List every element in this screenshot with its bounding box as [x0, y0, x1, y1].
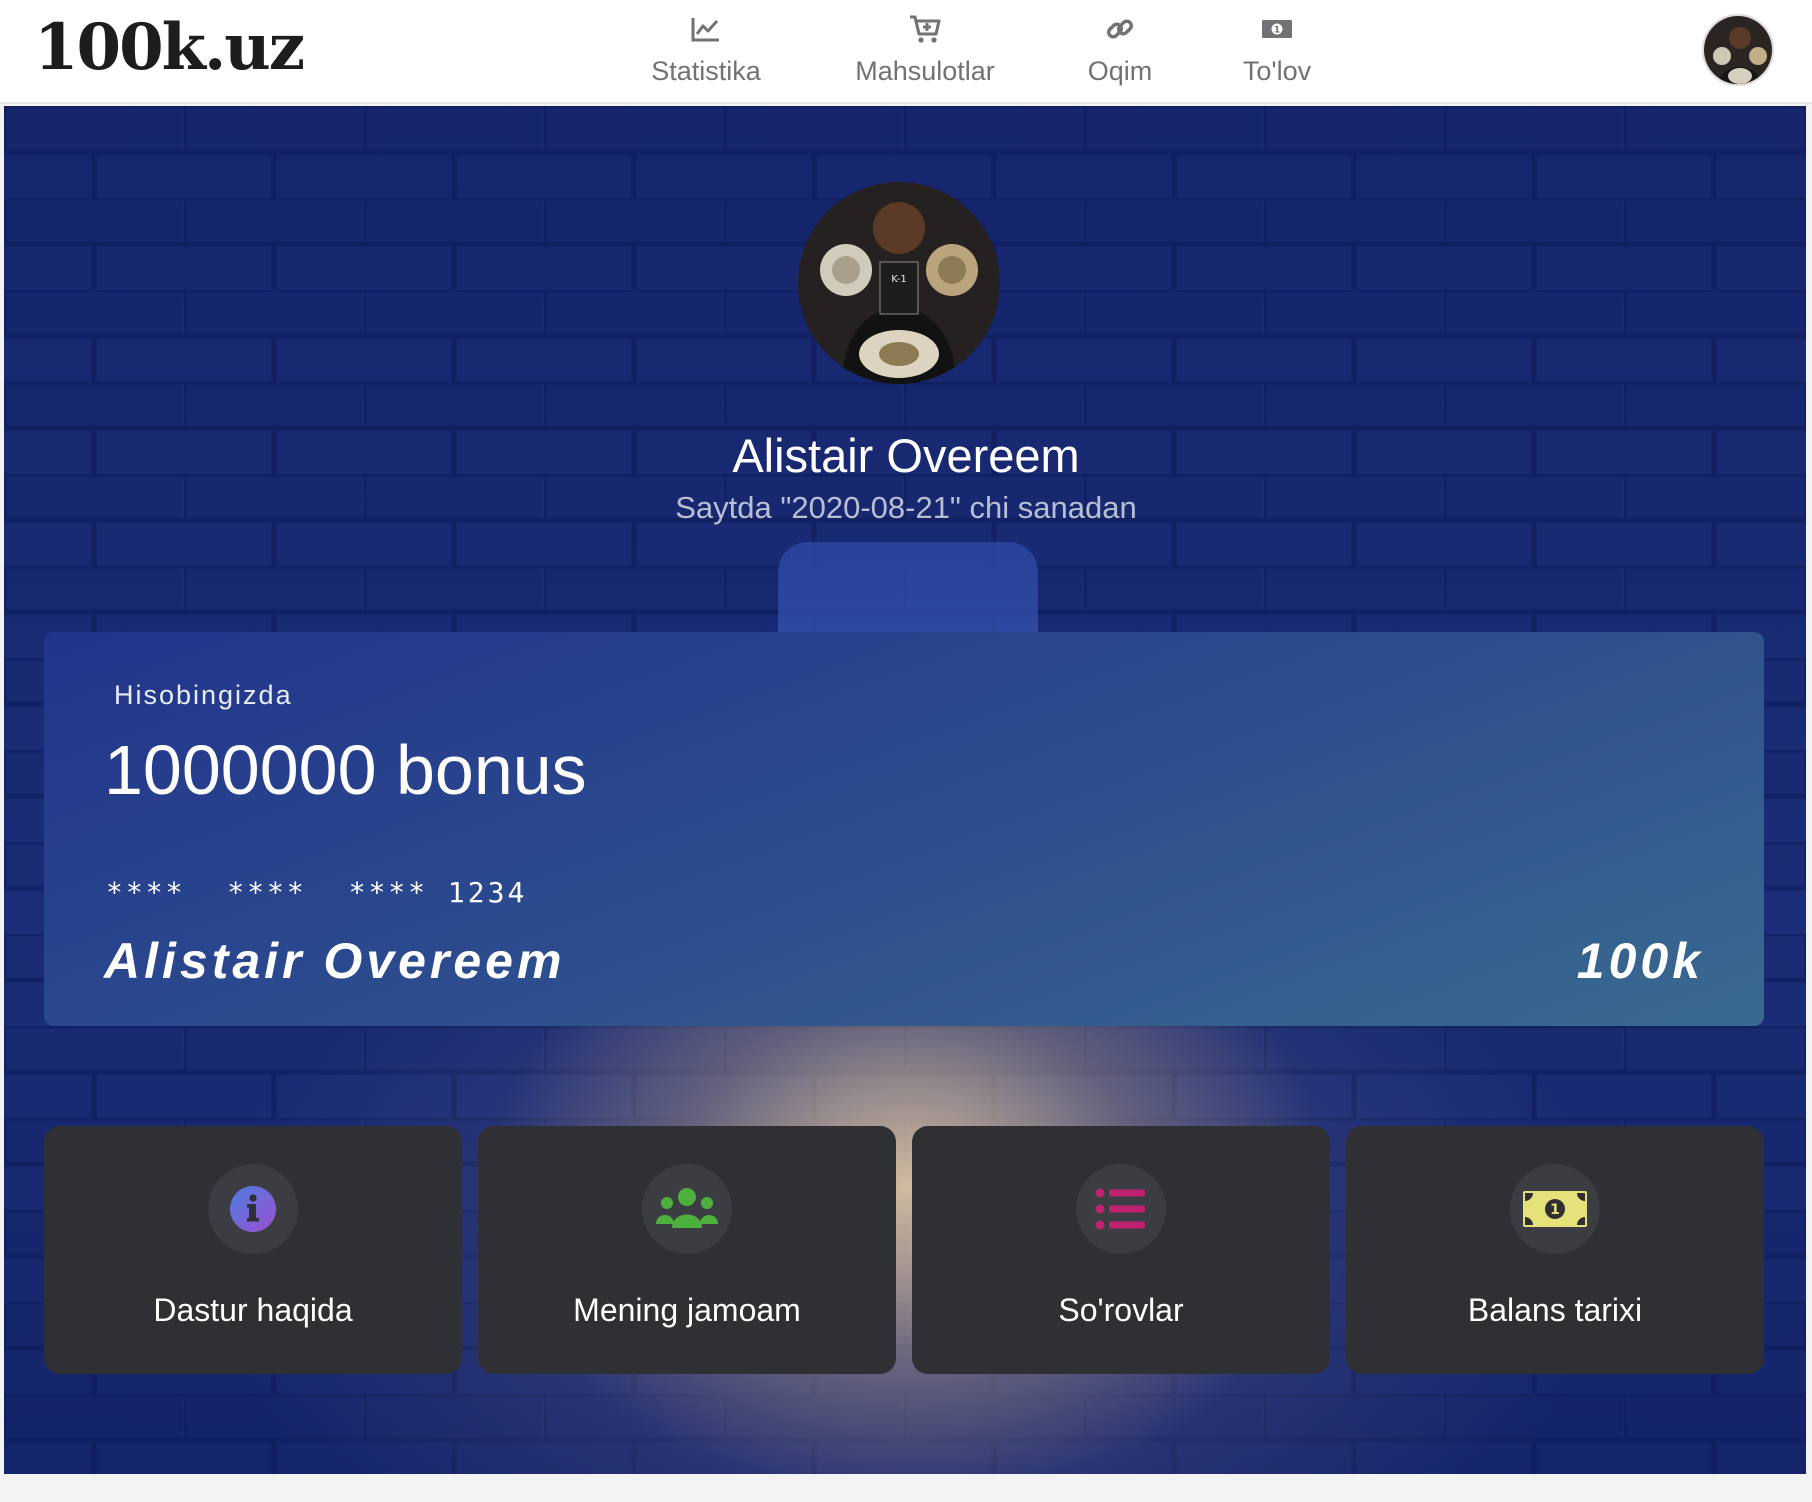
svg-text:1: 1 — [1550, 1202, 1560, 1218]
nav-label-oqim: Oqim — [1087, 56, 1153, 86]
profile-avatar[interactable]: K-1 — [798, 182, 1000, 384]
nav-label-statistika: Statistika — [651, 56, 761, 86]
card-number-group: **** — [227, 876, 307, 909]
nav-item-tolov[interactable]: 1 To'lov — [1232, 12, 1322, 96]
tile-icon-circle — [1076, 1164, 1166, 1254]
money-bill-icon: 1 — [1523, 1191, 1587, 1227]
card-brand: 100k — [1576, 933, 1704, 989]
nav-label-mahsulotlar: Mahsulotlar — [855, 56, 995, 86]
chart-line-icon — [691, 18, 719, 42]
balance-amount: 1000000 bonus — [104, 731, 587, 809]
avatar-photo — [1704, 16, 1772, 84]
tile-mening-jamoam[interactable]: Mening jamoam — [478, 1126, 896, 1374]
tile-icon-circle — [642, 1164, 732, 1254]
nav-label-tolov: To'lov — [1242, 56, 1312, 86]
tile-label: Mening jamoam — [573, 1292, 801, 1328]
site-logo[interactable]: 100k.uz — [34, 10, 305, 85]
card-holder-name: Alistair Overeem — [104, 933, 566, 989]
nav-item-mahsulotlar[interactable]: Mahsulotlar — [845, 12, 1005, 96]
balance-card: Hisobingizda 1000000 bonus **** **** ***… — [44, 632, 1764, 1026]
money-bill-icon: 1 — [1262, 20, 1292, 38]
card-number-group: **** — [106, 876, 186, 909]
tile-label: Dastur haqida — [153, 1292, 353, 1328]
tile-label: Balans tarixi — [1467, 1292, 1643, 1328]
tile-icon-circle: 1 — [1510, 1164, 1600, 1254]
member-since-text: Saytda "2020-08-21" chi sanadan — [675, 490, 1137, 525]
nav-item-oqim[interactable]: Oqim — [1080, 12, 1160, 96]
card-number: **** **** **** 1234 — [106, 876, 549, 909]
tile-label: So'rovlar — [1058, 1292, 1184, 1328]
card-number-group: **** 1234 — [348, 876, 528, 909]
link-icon — [1106, 19, 1134, 39]
users-icon — [656, 1188, 718, 1228]
tile-dastur-haqida[interactable]: Dastur haqida — [44, 1126, 462, 1374]
profile-name: Alistair Overeem — [732, 429, 1080, 482]
top-navbar: 100k.uz Statistika Mahsulotlar Oqim 1 To… — [0, 0, 1812, 104]
balance-label: Hisobingizda — [114, 680, 293, 710]
list-icon — [1095, 1188, 1145, 1230]
svg-text:1: 1 — [1274, 26, 1280, 36]
user-avatar[interactable] — [1702, 14, 1774, 86]
tile-icon-circle — [208, 1164, 298, 1254]
cart-plus-icon — [910, 15, 941, 43]
nav-item-statistika[interactable]: Statistika — [646, 12, 766, 96]
tile-sorovlar[interactable]: So'rovlar — [912, 1126, 1330, 1374]
svg-text:K-1: K-1 — [891, 274, 906, 285]
profile-photo: K-1 — [798, 182, 1000, 384]
info-circle-icon — [230, 1186, 276, 1232]
tile-balans-tarixi[interactable]: 1 Balans tarixi — [1346, 1126, 1764, 1374]
